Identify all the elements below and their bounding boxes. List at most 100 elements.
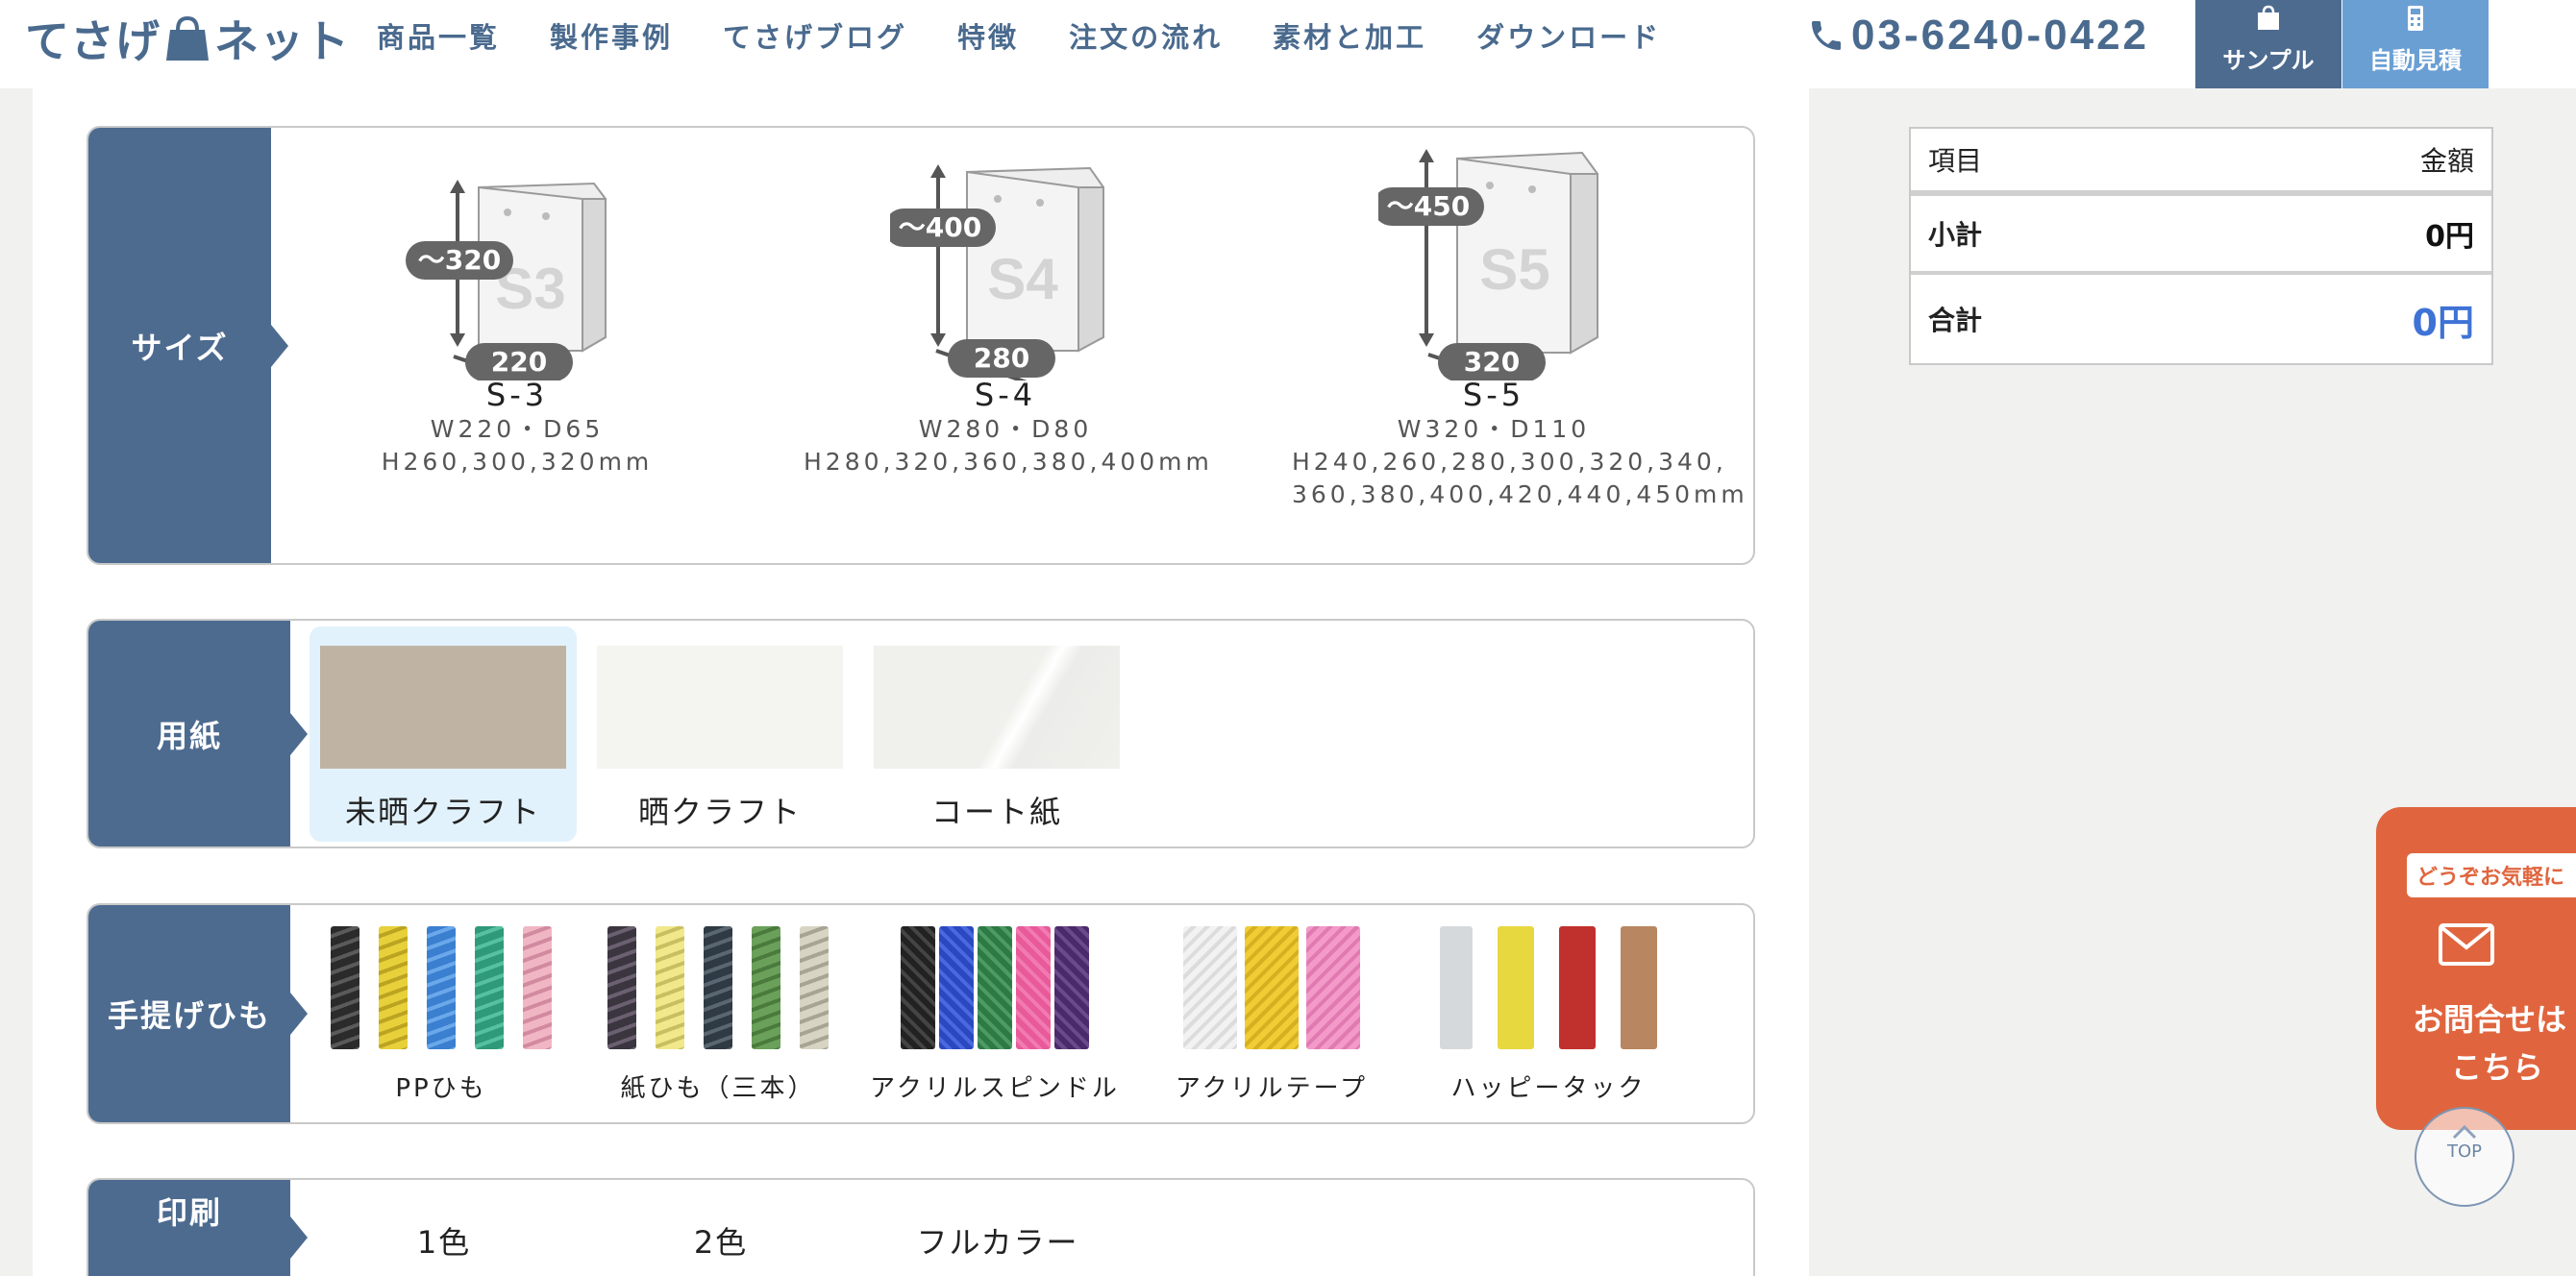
bag-size-illustration: S5 〜450 320 [1378, 149, 1598, 380]
size-label-arrow [271, 324, 288, 367]
phone-link[interactable]: 03-6240-0422 [1807, 8, 2149, 63]
logo-text-left: てさげ [25, 15, 161, 67]
nav-order-flow[interactable]: 注文の流れ [1069, 15, 1223, 56]
rope-swatches [1419, 926, 1678, 1049]
rope-swatches [311, 926, 571, 1049]
calculator-icon [2408, 6, 2423, 31]
nav-materials[interactable]: 素材と加工 [1273, 15, 1426, 56]
size-spec-height-cont: 360,380,400,420,440,450mm [1292, 480, 1748, 508]
paper-name: 晒クラフト [637, 794, 802, 830]
size-option-s3[interactable]: S3 〜320 220 S-3 W220・D65 H260,300,320mm [315, 145, 719, 478]
size-spec-width: W320・D110 [1397, 415, 1591, 443]
sample-button[interactable]: サンプル [2195, 0, 2341, 88]
print-label: 印刷 [88, 1180, 290, 1276]
svg-text:280: 280 [974, 342, 1029, 374]
rope-option-paper-triple[interactable]: 紙ひも（三本） [588, 926, 848, 1104]
size-selector: サイズ S3 〜320 220 S-3 W220・D65 H260,300,32… [87, 126, 1755, 565]
size-name: S-4 [974, 377, 1037, 413]
paper-swatch [597, 646, 843, 769]
size-spec-height: H260,300,320mm [381, 448, 654, 476]
rope-swatches [588, 926, 848, 1049]
size-option-s4[interactable]: S4 〜400 280 S-4 W280・D80 H280,320,360,38… [804, 145, 1213, 478]
paper-label-arrow [290, 712, 308, 755]
nav-features[interactable]: 特徴 [957, 15, 1019, 56]
svg-text:S5: S5 [1479, 237, 1549, 302]
bag-size-illustration: S4 〜400 280 [890, 164, 1104, 380]
print-option-fullcolor[interactable]: フルカラー [863, 1218, 1132, 1263]
rope-swatches [1142, 926, 1401, 1049]
size-spec-height: H240,260,280,300,320,340, [1292, 448, 1727, 476]
phone-icon [1812, 21, 1841, 50]
paper-option-coated[interactable]: コート紙 [863, 626, 1130, 842]
svg-text:〜450: 〜450 [1387, 190, 1470, 222]
paper-selector: 用紙 未晒クラフト 晒クラフト コート紙 [87, 619, 1755, 848]
size-spec-width: W220・D65 [430, 415, 605, 443]
handle-rope-selector: 手提げひも PPひも 紙ひも（三本） アクリルスピンドル アクリルテープ ハッピ… [87, 903, 1755, 1124]
svg-text:〜320: 〜320 [418, 244, 501, 276]
rope-swatches [865, 926, 1125, 1049]
paper-option-bleached-kraft[interactable]: 晒クラフト [586, 626, 854, 842]
contact-float-button[interactable]: どうぞお気軽に お問合せは こちら [2376, 807, 2576, 1130]
nav-products[interactable]: 商品一覧 [377, 15, 500, 56]
bag-size-illustration: S3 〜320 220 [406, 180, 607, 380]
size-label: サイズ [88, 128, 271, 563]
rope-option-happy-tack[interactable]: ハッピータック [1419, 926, 1678, 1104]
contact-tag: どうぞお気軽に [2407, 853, 2576, 897]
summary-amount-header: 金額 [2419, 145, 2474, 177]
paper-option-unbleached-kraft[interactable]: 未晒クラフト [310, 626, 577, 842]
rope-option-acrylic-tape[interactable]: アクリルテープ [1142, 926, 1401, 1104]
subtotal-label: 小計 [1928, 219, 1983, 251]
total-label: 合計 [1928, 305, 1983, 336]
top-label: TOP [2446, 1141, 2483, 1162]
back-to-top-button[interactable]: TOP [2415, 1107, 2514, 1207]
nav-download[interactable]: ダウンロード [1476, 15, 1661, 56]
price-summary-table: 項目 金額 小計 0円 合計 0円 [1909, 127, 2493, 365]
summary-item-header: 項目 [1928, 145, 1983, 177]
rope-name: 紙ひも（三本） [620, 1074, 816, 1103]
site-logo[interactable]: てさげ ネット [25, 10, 350, 67]
summary-header-row: 項目 金額 [1911, 129, 2491, 196]
sample-label: サンプル [2222, 47, 2315, 74]
sample-bag-icon [2258, 5, 2279, 30]
subtotal-value: 0円 [2425, 220, 2474, 254]
site-header: てさげ ネット 商品一覧 製作事例 てさげブログ 特徴 注文の流れ 素材と加工 … [0, 0, 2576, 88]
summary-subtotal-row: 小計 0円 [1911, 196, 2491, 275]
rope-label-arrow [290, 993, 308, 1035]
print-option-1color[interactable]: 1色 [310, 1218, 579, 1263]
size-option-s5[interactable]: S5 〜450 320 S-5 W320・D110 H240,260,280,3… [1292, 145, 1748, 511]
rope-name: ハッピータック [1450, 1074, 1647, 1103]
main-nav: 商品一覧 製作事例 てさげブログ 特徴 注文の流れ 素材と加工 ダウンロード [377, 13, 1661, 58]
print-label-arrow [290, 1216, 308, 1259]
size-spec-width: W280・D80 [918, 415, 1093, 443]
paper-swatch [320, 646, 566, 769]
nav-cases[interactable]: 製作事例 [550, 15, 673, 56]
contact-text: お問合せは こちら [2413, 1001, 2567, 1086]
total-value: 0円 [2412, 301, 2474, 344]
svg-text:220: 220 [491, 346, 547, 378]
mail-icon [2439, 923, 2494, 966]
svg-text:320: 320 [1464, 346, 1520, 378]
auto-quote-label: 自動見積 [2369, 47, 2462, 74]
bag-icon [166, 15, 209, 61]
size-name: S-5 [1462, 377, 1525, 413]
paper-swatch [874, 646, 1120, 769]
summary-total-row: 合計 0円 [1911, 275, 2491, 363]
phone-number: 03-6240-0422 [1851, 12, 2150, 59]
print-option-2color[interactable]: 2色 [586, 1218, 855, 1263]
rope-option-acrylic-spindle[interactable]: アクリルスピンドル [865, 926, 1125, 1104]
rope-name: アクリルテープ [1175, 1074, 1369, 1103]
rope-name: PPひも [395, 1074, 487, 1103]
size-name: S-3 [485, 377, 549, 413]
rope-name: アクリルスピンドル [870, 1074, 1120, 1103]
rope-label: 手提げひも [88, 905, 290, 1122]
paper-label: 用紙 [88, 621, 290, 847]
svg-text:S4: S4 [987, 247, 1058, 311]
auto-quote-button[interactable]: 自動見積 [2342, 0, 2489, 88]
print-selector: 印刷 1色 2色 フルカラー [87, 1178, 1755, 1276]
size-spec-height: H280,320,360,380,400mm [804, 448, 1213, 476]
logo-text-right: ネット [214, 15, 350, 67]
nav-blog[interactable]: てさげブログ [723, 15, 907, 56]
paper-name: コート紙 [930, 794, 1062, 830]
rope-option-pp[interactable]: PPひも [311, 926, 571, 1104]
paper-name: 未晒クラフト [344, 794, 541, 830]
